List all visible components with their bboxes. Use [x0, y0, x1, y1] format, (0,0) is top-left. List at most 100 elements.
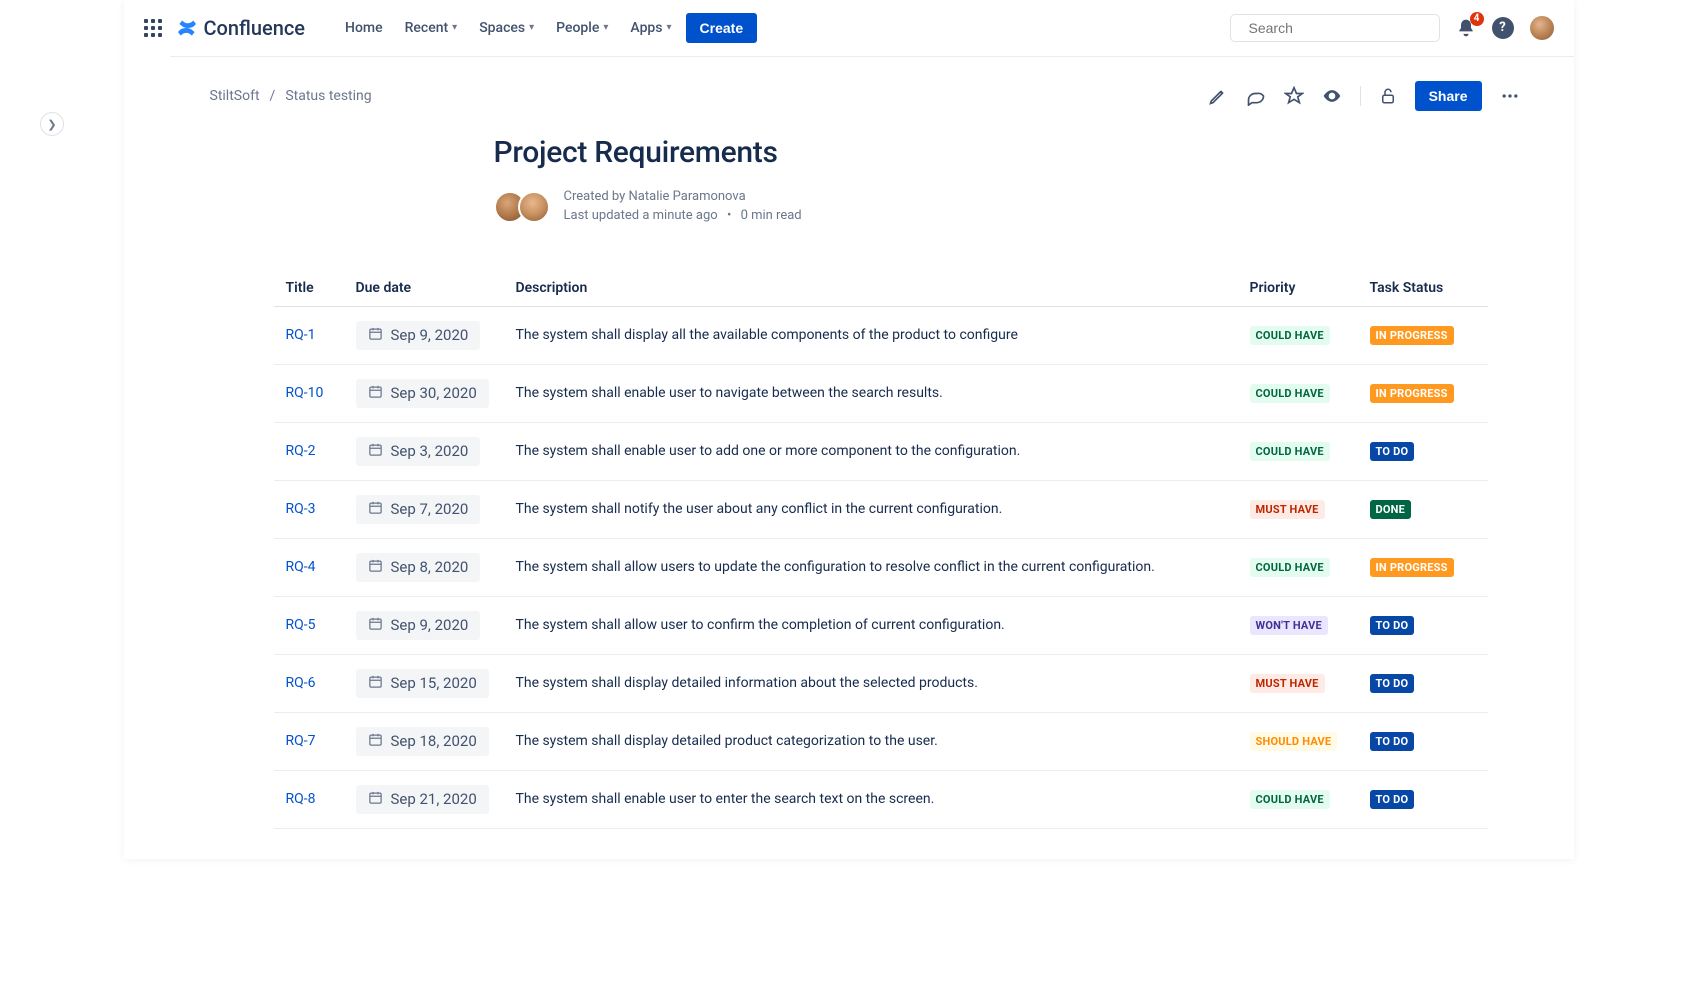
- due-date-chip[interactable]: Sep 9, 2020: [356, 611, 481, 640]
- restrictions-button[interactable]: [1379, 87, 1397, 105]
- eye-icon: [1322, 86, 1342, 106]
- calendar-icon: [368, 442, 383, 457]
- table-row: RQ-6 Sep 15, 2020 The system shall display…: [274, 654, 1488, 712]
- help-button[interactable]: ?: [1492, 17, 1514, 39]
- author-avatars[interactable]: [494, 191, 550, 223]
- chevron-down-icon: ▾: [529, 22, 534, 33]
- page-meta: Created by Natalie Paramonova Last updat…: [564, 188, 802, 226]
- th-title[interactable]: Title: [274, 272, 344, 307]
- calendar-icon: [368, 790, 383, 805]
- star-icon: [1284, 86, 1304, 106]
- status-lozenge[interactable]: IN PROGRESS: [1370, 326, 1454, 345]
- priority-lozenge[interactable]: SHOULD HAVE: [1250, 732, 1338, 751]
- comments-button[interactable]: [1246, 86, 1266, 106]
- global-nav: Confluence Home Recent▾ Spaces▾ People▾ Apps…: [124, 0, 1574, 56]
- calendar-icon: [368, 558, 383, 573]
- due-date-chip[interactable]: Sep 9, 2020: [356, 321, 481, 350]
- profile-button[interactable]: [1530, 16, 1554, 40]
- status-lozenge[interactable]: IN PROGRESS: [1370, 558, 1454, 577]
- status-lozenge[interactable]: TO DO: [1370, 616, 1415, 635]
- chevron-down-icon: ▾: [452, 22, 457, 33]
- requirement-link[interactable]: RQ-2: [286, 443, 316, 459]
- nav-item-home[interactable]: Home: [345, 20, 383, 36]
- more-actions-button[interactable]: [1500, 86, 1520, 106]
- due-date-chip[interactable]: Sep 15, 2020: [356, 669, 489, 698]
- due-date-chip[interactable]: Sep 3, 2020: [356, 437, 481, 466]
- requirement-link[interactable]: RQ-7: [286, 733, 316, 749]
- unlock-icon: [1379, 87, 1397, 105]
- page-author[interactable]: Natalie Paramonova: [629, 189, 746, 204]
- requirement-link[interactable]: RQ-8: [286, 791, 316, 807]
- status-lozenge[interactable]: TO DO: [1370, 442, 1415, 461]
- notifications-button[interactable]: 4: [1456, 18, 1476, 38]
- star-button[interactable]: [1284, 86, 1304, 106]
- avatar-2: [518, 191, 550, 223]
- description-cell: The system shall display detailed inform…: [504, 654, 1238, 712]
- table-row: RQ-3Sep 7, 2020The system shall notify t…: [274, 480, 1488, 538]
- nav-item-people[interactable]: People▾: [556, 20, 608, 36]
- requirement-link[interactable]: RQ-6: [286, 675, 316, 691]
- page-title: Project Requirements: [494, 135, 1520, 170]
- breadcrumb-page[interactable]: Status testing: [285, 88, 371, 104]
- th-desc[interactable]: Description: [504, 272, 1238, 307]
- due-date-value: Sep 18, 2020: [391, 732, 477, 750]
- nav-item-recent[interactable]: Recent▾: [405, 20, 458, 36]
- confluence-logo[interactable]: Confluence: [176, 16, 306, 40]
- last-updated[interactable]: Last updated a minute ago: [564, 208, 718, 223]
- priority-lozenge[interactable]: MUST HAVE: [1250, 500, 1325, 519]
- create-button[interactable]: Create: [686, 13, 758, 43]
- requirement-link[interactable]: RQ-3: [286, 501, 316, 517]
- due-date-chip[interactable]: Sep 18, 2020: [356, 727, 489, 756]
- requirement-link[interactable]: RQ-10: [286, 385, 324, 401]
- description-cell: The system shall enable user to add one …: [504, 422, 1238, 480]
- due-date-chip[interactable]: Sep 30, 2020: [356, 379, 489, 408]
- priority-lozenge[interactable]: COULD HAVE: [1250, 442, 1330, 461]
- user-avatar: [1530, 16, 1554, 40]
- requirement-link[interactable]: RQ-4: [286, 559, 316, 575]
- table-row: RQ-5Sep 9, 2020The system shall allow us…: [274, 596, 1488, 654]
- priority-lozenge[interactable]: MUST HAVE: [1250, 674, 1325, 693]
- calendar-icon: [368, 616, 383, 631]
- nav-item-apps[interactable]: Apps▾: [630, 20, 671, 36]
- nav-item-spaces[interactable]: Spaces▾: [479, 20, 534, 36]
- description-cell: The system shall enable user to enter th…: [504, 770, 1238, 828]
- due-date-chip[interactable]: Sep 8, 2020: [356, 553, 481, 582]
- status-lozenge[interactable]: TO DO: [1370, 732, 1415, 751]
- due-date-chip[interactable]: Sep 21, 2020: [356, 785, 489, 814]
- priority-lozenge[interactable]: COULD HAVE: [1250, 326, 1330, 345]
- requirement-link[interactable]: RQ-5: [286, 617, 316, 633]
- requirement-link[interactable]: RQ-1: [286, 327, 316, 343]
- edit-button[interactable]: [1208, 86, 1228, 106]
- description-cell: The system shall display all the availab…: [504, 306, 1238, 364]
- global-search[interactable]: [1230, 14, 1440, 42]
- status-lozenge[interactable]: TO DO: [1370, 674, 1415, 693]
- priority-lozenge[interactable]: COULD HAVE: [1250, 790, 1330, 809]
- due-date-value: Sep 21, 2020: [391, 790, 477, 808]
- due-date-value: Sep 7, 2020: [391, 500, 469, 518]
- share-button[interactable]: Share: [1415, 81, 1482, 111]
- breadcrumb: StiltSoft / Status testing: [210, 88, 372, 104]
- watch-button[interactable]: [1322, 86, 1342, 106]
- due-date-chip[interactable]: Sep 7, 2020: [356, 495, 481, 524]
- priority-lozenge[interactable]: COULD HAVE: [1250, 558, 1330, 577]
- table-row: RQ-10Sep 30, 2020The system shall enable…: [274, 364, 1488, 422]
- calendar-icon: [368, 674, 383, 689]
- th-priority[interactable]: Priority: [1238, 272, 1358, 307]
- due-date-value: Sep 9, 2020: [391, 616, 469, 634]
- search-input[interactable]: [1249, 20, 1430, 36]
- th-status[interactable]: Task Status: [1358, 272, 1488, 307]
- chevron-down-icon: ▾: [667, 22, 672, 33]
- calendar-icon: [368, 384, 383, 399]
- breadcrumb-space[interactable]: StiltSoft: [210, 88, 260, 104]
- priority-lozenge[interactable]: WON'T HAVE: [1250, 616, 1328, 635]
- priority-lozenge[interactable]: COULD HAVE: [1250, 384, 1330, 403]
- status-lozenge[interactable]: TO DO: [1370, 790, 1415, 809]
- table-row: RQ-8 Sep 21, 2020 The system shall enable …: [274, 770, 1488, 828]
- status-lozenge[interactable]: DONE: [1370, 500, 1412, 519]
- sidebar-expand-button[interactable]: ❯: [40, 112, 64, 136]
- app-switcher-icon[interactable]: [144, 19, 162, 37]
- th-due-date[interactable]: Due date: [344, 272, 504, 307]
- calendar-icon: [368, 500, 383, 515]
- status-lozenge[interactable]: IN PROGRESS: [1370, 384, 1454, 403]
- due-date-value: Sep 8, 2020: [391, 558, 469, 576]
